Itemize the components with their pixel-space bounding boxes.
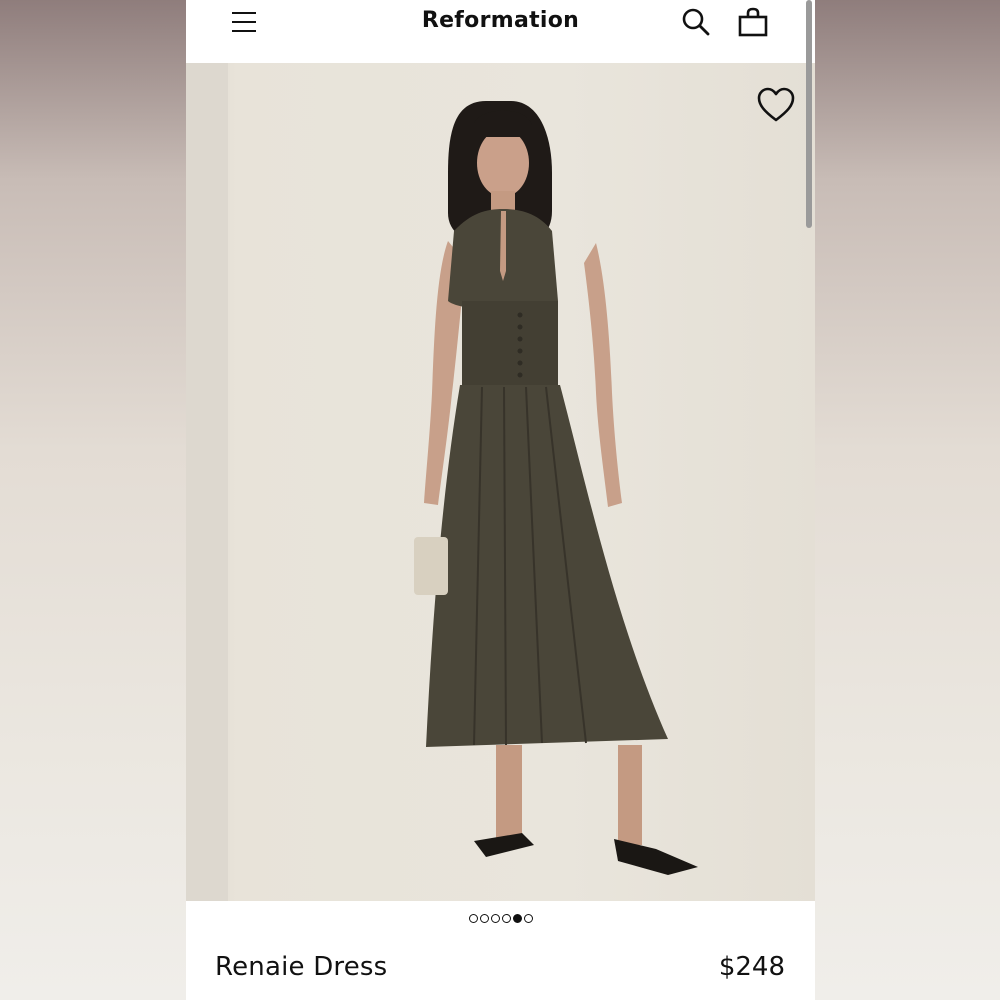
carousel-dot[interactable] <box>501 914 511 924</box>
product-image[interactable] <box>186 63 815 901</box>
search-icon <box>682 8 710 36</box>
shopping-bag-button[interactable] <box>737 6 769 38</box>
carousel-dot[interactable] <box>490 914 500 924</box>
scrollbar[interactable] <box>806 0 812 228</box>
brand-logo[interactable]: Reformation <box>186 8 815 33</box>
carousel-indicator <box>186 910 815 926</box>
background-right <box>815 0 1000 1000</box>
phone-screen: Reformation Renaie Dress $248 <box>186 0 815 1000</box>
top-navigation-bar: Reformation <box>186 0 815 62</box>
carousel-dot[interactable] <box>468 914 478 924</box>
wishlist-button[interactable] <box>756 87 796 123</box>
search-button[interactable] <box>680 6 712 38</box>
product-price: $248 <box>718 952 785 982</box>
heart-icon <box>757 87 795 122</box>
model-photo <box>414 101 698 875</box>
carousel-dot[interactable] <box>523 914 533 924</box>
product-name[interactable]: Renaie Dress <box>215 952 387 982</box>
carousel-dot[interactable] <box>512 914 522 924</box>
shopping-bag-icon <box>738 7 768 37</box>
background-left <box>0 0 186 1000</box>
carousel-dot[interactable] <box>479 914 489 924</box>
